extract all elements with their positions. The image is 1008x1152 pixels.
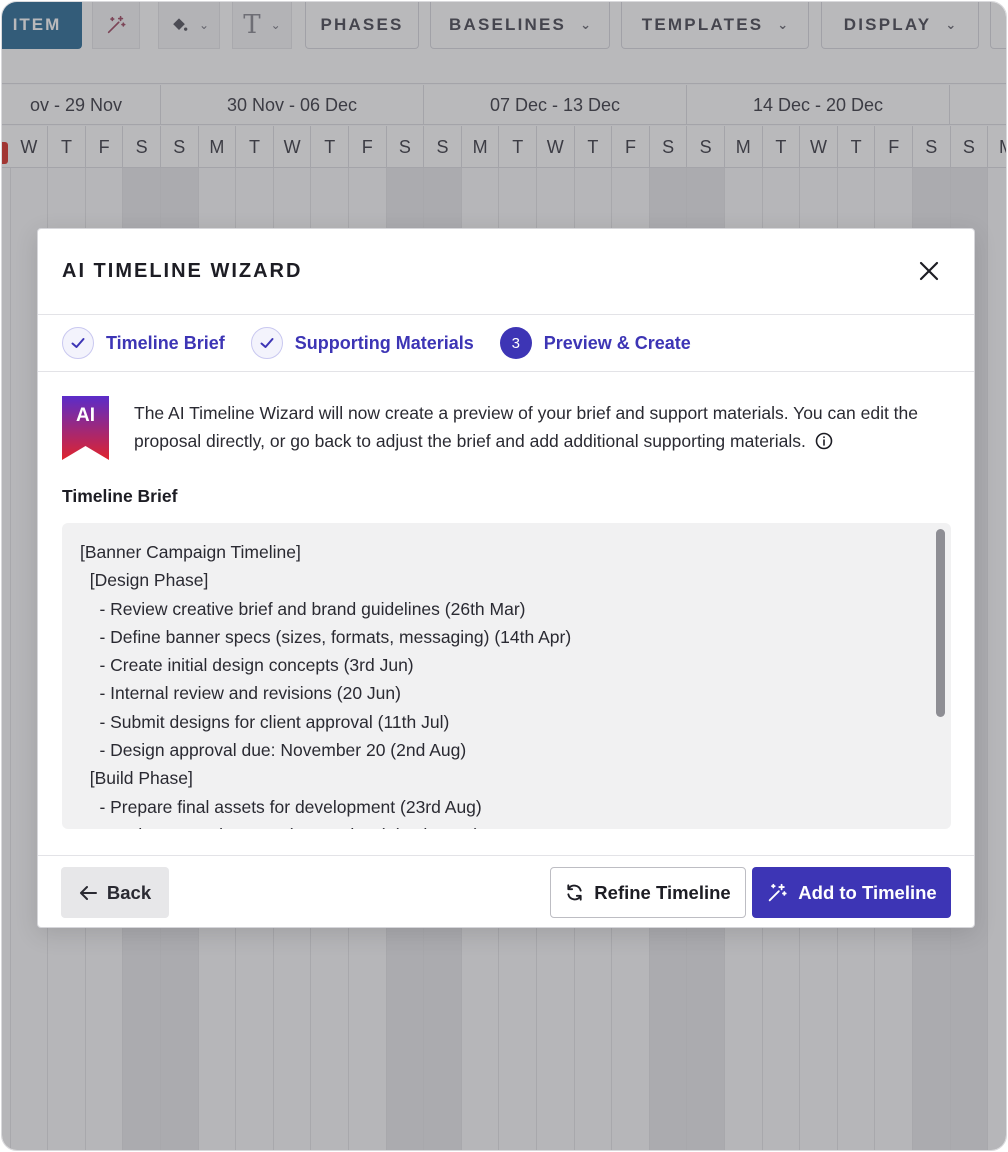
- step-timeline-brief[interactable]: Timeline Brief: [62, 327, 225, 359]
- arrow-left-icon: [79, 885, 97, 900]
- brief-line: - Review creative brief and brand guidel…: [80, 598, 526, 619]
- step-label: Timeline Brief: [106, 332, 225, 353]
- magic-wand-icon: [769, 883, 787, 901]
- brief-line: - Submit designs for client approval (11…: [80, 711, 450, 732]
- brief-line: - Prepare final assets for development (…: [80, 796, 482, 817]
- brief-line: - Define banner specs (sizes, formats, m…: [80, 626, 572, 647]
- refine-label: Refine Timeline: [594, 881, 731, 903]
- close-button[interactable]: [916, 258, 942, 284]
- wizard-steps: Timeline Brief Supporting Materials 3 Pr…: [38, 315, 974, 372]
- check-icon: [62, 327, 94, 359]
- ai-timeline-wizard-dialog: AI TIMELINE WIZARD Timeline Brief Suppor…: [37, 228, 975, 928]
- step-preview-create[interactable]: 3 Preview & Create: [499, 327, 691, 359]
- brief-line: - Create initial design concepts (3rd Ju…: [80, 655, 414, 676]
- step-number: 3: [499, 327, 532, 359]
- ai-badge-icon: AI: [62, 396, 109, 460]
- scrollbar[interactable]: [936, 529, 945, 717]
- brief-line: - Design approval due: November 20 (2nd …: [80, 740, 467, 761]
- brief-label: Timeline Brief: [62, 486, 178, 506]
- timeline-brief-editor[interactable]: [Banner Campaign Timeline] [Design Phase…: [62, 523, 951, 829]
- back-label: Back: [106, 881, 152, 903]
- brief-line: [Banner Campaign Timeline]: [80, 542, 301, 562]
- brief-line: [Build Phase]: [80, 768, 193, 789]
- refresh-icon: [567, 884, 582, 901]
- check-icon: [250, 327, 283, 359]
- step-label: Preview & Create: [543, 332, 691, 353]
- info-text: The AI Timeline Wizard will now create a…: [134, 399, 950, 455]
- info-row: AI The AI Timeline Wizard will now creat…: [62, 396, 950, 462]
- brief-text[interactable]: [Banner Campaign Timeline] [Design Phase…: [62, 523, 951, 829]
- brief-line: [Design Phase]: [80, 570, 209, 591]
- close-icon: [919, 261, 939, 281]
- dialog-header: AI TIMELINE WIZARD: [38, 229, 974, 315]
- step-label: Supporting Materials: [294, 332, 474, 353]
- add-to-timeline-button[interactable]: Add to Timeline: [752, 867, 951, 918]
- info-icon[interactable]: [815, 432, 833, 450]
- dialog-footer: Back Refine Timeline Add to Timeline: [38, 855, 974, 927]
- refine-timeline-button[interactable]: Refine Timeline: [550, 867, 746, 918]
- brief-line: - Internal review and revisions (20 Jun): [80, 683, 401, 704]
- step-supporting-materials[interactable]: Supporting Materials: [250, 327, 474, 359]
- dialog-title: AI TIMELINE WIZARD: [62, 260, 303, 282]
- info-message: The AI Timeline Wizard will now create a…: [134, 403, 919, 451]
- back-button[interactable]: Back: [61, 867, 169, 918]
- ai-badge-text: AI: [76, 405, 95, 426]
- brief-line: - Code HTML5 banners (10 versions) (14th…: [80, 821, 911, 829]
- app-window: ITEM ⌄ T ⌄ PHASES BASELINES ⌄ TEMPLATES: [1, 1, 1007, 1151]
- add-label: Add to Timeline: [798, 881, 937, 903]
